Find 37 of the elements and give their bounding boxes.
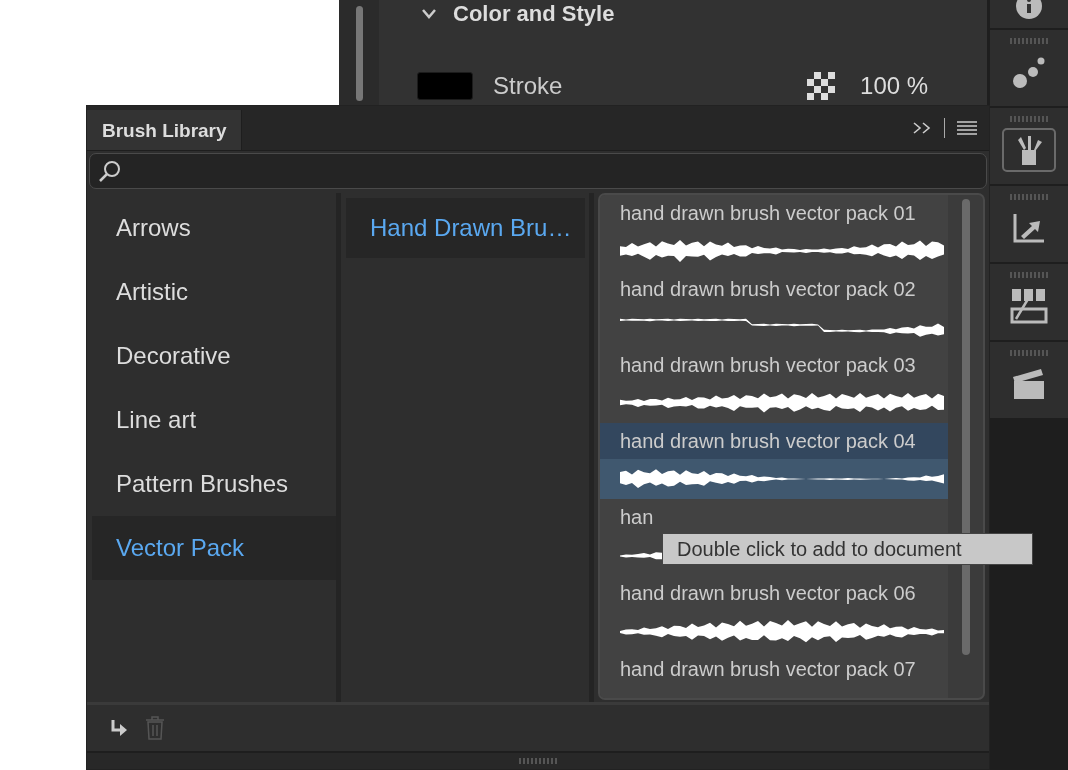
toolbar-button[interactable]: [1002, 128, 1057, 172]
brush-set-item[interactable]: Hand Drawn Bru…: [346, 198, 585, 258]
category-item[interactable]: Pattern Brushes: [92, 452, 336, 516]
import-arrow-icon[interactable]: [109, 718, 129, 738]
category-item[interactable]: Artistic: [92, 260, 336, 324]
brush-item[interactable]: hand drawn brush vector pack 02: [620, 277, 916, 301]
brush-item[interactable]: hand drawn brush vector pack 03: [620, 353, 916, 377]
category-item[interactable]: Arrows: [92, 196, 336, 260]
search-field[interactable]: [89, 153, 987, 189]
dots-icon: [1012, 55, 1047, 89]
menu-icon[interactable]: [957, 121, 977, 135]
brush-item[interactable]: hand drawn brush vector pack 07: [620, 657, 916, 681]
grip-handle[interactable]: [1010, 116, 1049, 122]
category-item[interactable]: Decorative: [92, 324, 336, 388]
grip-handle[interactable]: [1010, 38, 1049, 44]
stroke-label: Stroke: [493, 72, 564, 100]
brush-item[interactable]: hand drawn brush vector pack 06: [620, 581, 916, 605]
brush-item[interactable]: hand drawn brush vector pack 01: [620, 201, 916, 225]
chart-icon: [1012, 212, 1047, 244]
search-icon: [98, 159, 122, 183]
stroke-swatch[interactable]: [417, 72, 474, 100]
grip-handle[interactable]: [1010, 272, 1049, 278]
category-item[interactable]: Line art: [92, 388, 336, 452]
tooltip: Double click to add to document: [662, 533, 1033, 565]
resize-grip[interactable]: [519, 758, 557, 764]
grip-handle[interactable]: [1010, 194, 1049, 200]
chevron-down-icon[interactable]: [421, 9, 438, 19]
brush-item[interactable]: han: [620, 505, 654, 529]
panel-tab[interactable]: Brush Library: [87, 110, 242, 150]
category-item[interactable]: Vector Pack: [92, 516, 336, 580]
scrollbar-thumb[interactable]: [355, 6, 363, 101]
grip-handle[interactable]: [1010, 350, 1049, 356]
scrollbar-thumb[interactable]: [961, 199, 970, 655]
expand-icon[interactable]: [912, 121, 932, 135]
opacity-value[interactable]: 100 %: [860, 72, 929, 100]
section-title: Color and Style: [453, 1, 615, 27]
storyboard-icon: [1010, 287, 1049, 325]
